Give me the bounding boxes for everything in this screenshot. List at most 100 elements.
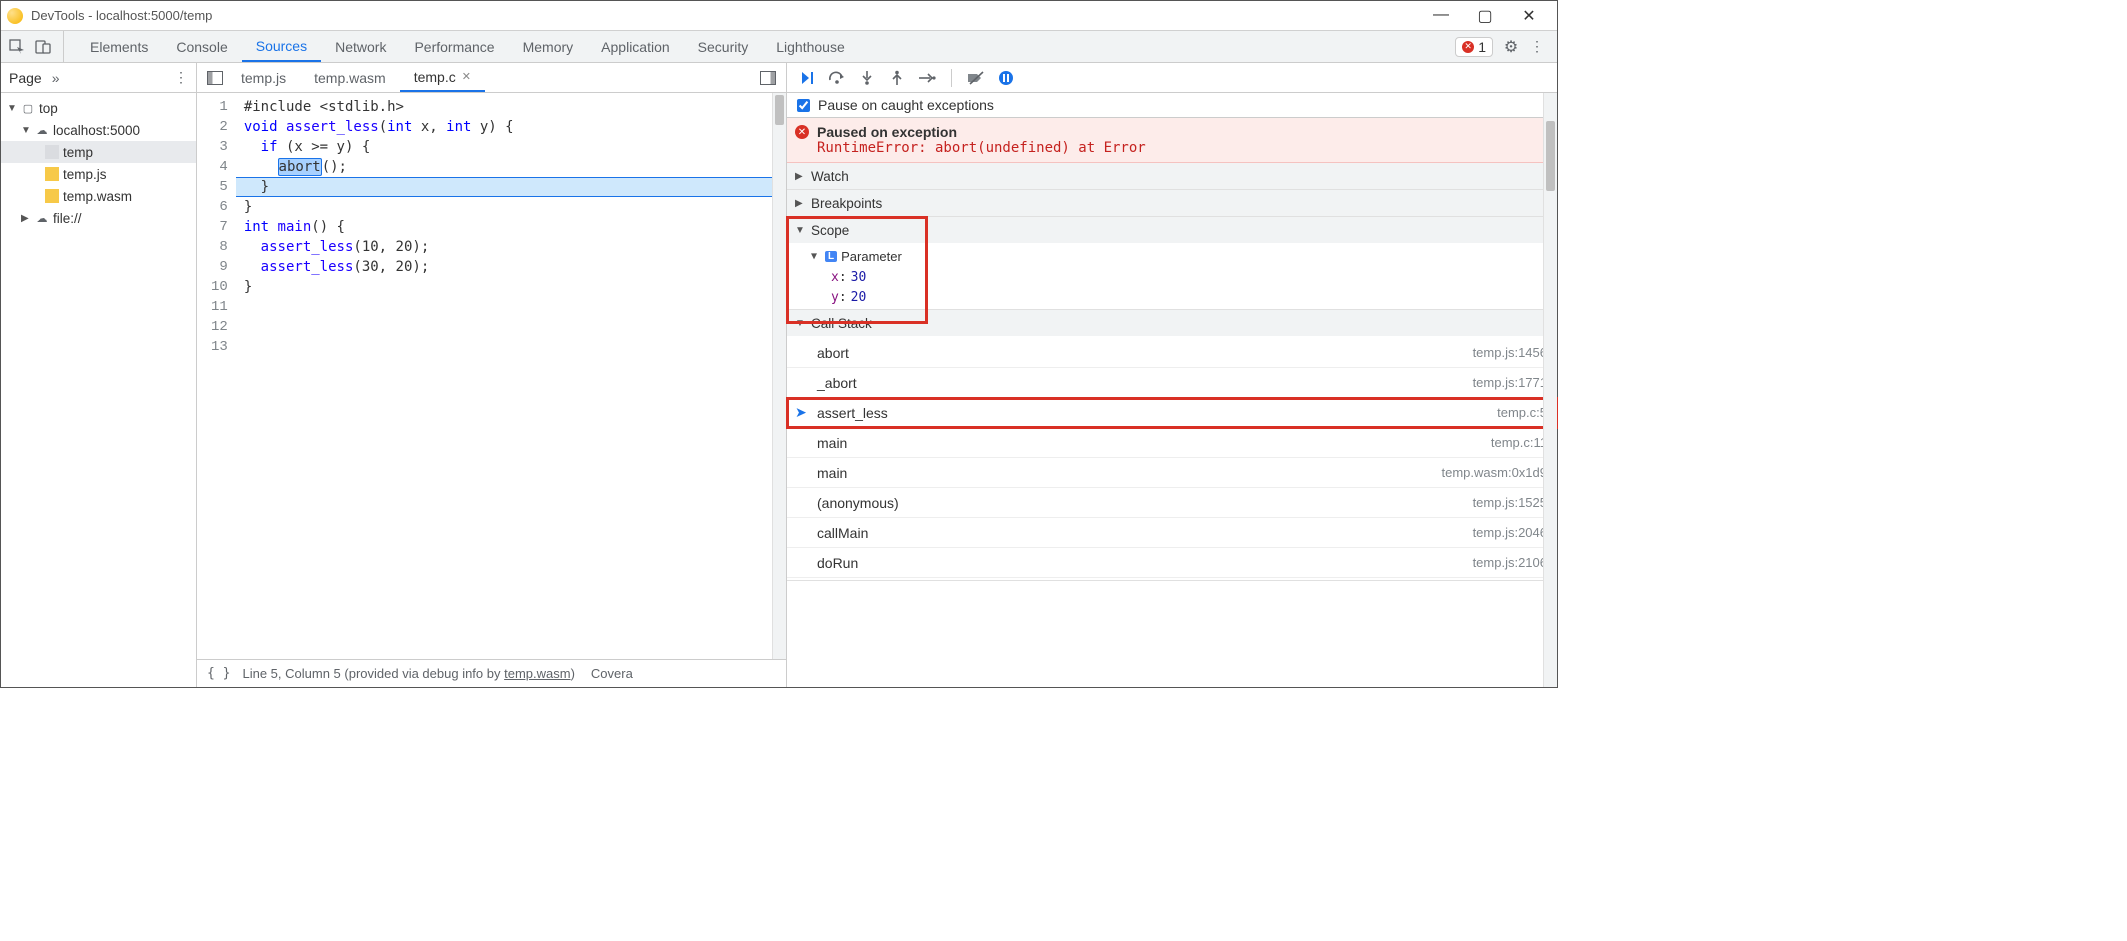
callstack-section-header[interactable]: ▼ Call Stack [787, 310, 1557, 336]
window-title: DevTools - localhost:5000/temp [31, 8, 1431, 23]
paused-message: ✕ Paused on exception RuntimeError: abor… [787, 118, 1557, 163]
tree-origin[interactable]: ▼ localhost:5000 [1, 119, 196, 141]
maximize-button[interactable]: ▢ [1475, 6, 1495, 26]
pause-exceptions-icon[interactable] [996, 68, 1016, 88]
inspect-icon[interactable] [9, 39, 25, 55]
debugger-toolbar [787, 63, 1557, 93]
callstack-frame[interactable]: _aborttemp.js:1771 [787, 368, 1557, 398]
scope-section-header[interactable]: ▼ Scope [787, 217, 1557, 243]
tree-file-scheme[interactable]: ▶ file:// [1, 207, 196, 229]
settings-icon[interactable]: ⚙ [1503, 39, 1519, 55]
pretty-print-icon[interactable]: { } [207, 666, 230, 681]
scope-body: ▼ L Parameter x: 30y: 20 [787, 243, 1557, 309]
cloud-icon [35, 123, 49, 137]
resume-icon[interactable] [797, 68, 817, 88]
scope-variable[interactable]: y: 20 [787, 287, 1557, 307]
caret-icon: ▼ [795, 225, 805, 236]
callstack-frame[interactable]: ➤assert_lesstemp.c:5 [787, 398, 1557, 428]
scrollbar-thumb[interactable] [1546, 121, 1555, 191]
local-badge-icon: L [825, 251, 837, 262]
navigator-panel: Page » ⋮ ▼ top ▼ localhost:5000 temptemp… [1, 63, 197, 687]
minimize-button[interactable]: — [1431, 6, 1451, 26]
frame-location: temp.js:1456 [1473, 345, 1547, 360]
more-menu-icon[interactable]: ⋮ [1529, 39, 1545, 55]
tab-lighthouse[interactable]: Lighthouse [762, 31, 859, 62]
close-button[interactable]: ✕ [1519, 6, 1539, 26]
breakpoints-section-header[interactable]: ▶ Breakpoints [787, 190, 1557, 216]
paused-title: Paused on exception [817, 124, 1547, 140]
pause-on-caught-checkbox[interactable] [797, 99, 810, 112]
script-icon [45, 189, 59, 203]
frame-location: temp.js:2106 [1473, 555, 1547, 570]
debugger-scrollbar[interactable] [1543, 93, 1557, 687]
deactivate-breakpoints-icon[interactable] [966, 68, 986, 88]
step-icon[interactable] [917, 68, 937, 88]
coverage-label: Covera [591, 666, 633, 681]
frame-location: temp.c:11 [1491, 435, 1547, 450]
tab-elements[interactable]: Elements [76, 31, 162, 62]
pause-on-caught-label: Pause on caught exceptions [818, 97, 994, 113]
tab-sources[interactable]: Sources [242, 31, 321, 62]
caret-icon: ▶ [795, 171, 805, 182]
device-toggle-icon[interactable] [35, 39, 51, 55]
pause-on-caught-row[interactable]: Pause on caught exceptions [787, 93, 1557, 118]
editor-panel: temp.jstemp.wasmtemp.c✕ 1234567891011121… [197, 63, 787, 687]
titlebar: DevTools - localhost:5000/temp — ▢ ✕ [1, 1, 1557, 31]
step-out-icon[interactable] [887, 68, 907, 88]
callstack-frame[interactable]: (anonymous)temp.js:1525 [787, 488, 1557, 518]
gutter: 12345678910111213 [197, 93, 236, 659]
scope-group[interactable]: ▼ L Parameter [787, 245, 1557, 267]
code-editor[interactable]: 12345678910111213 #include <stdlib.h>voi… [197, 93, 786, 659]
code-area[interactable]: #include <stdlib.h>void assert_less(int … [236, 93, 786, 659]
tab-memory[interactable]: Memory [509, 31, 588, 62]
tab-console[interactable]: Console [162, 31, 241, 62]
watch-section-header[interactable]: ▶ Watch [787, 163, 1557, 189]
tree-file[interactable]: temp.wasm [1, 185, 196, 207]
cloud-icon [35, 211, 49, 225]
scope-variable[interactable]: x: 30 [787, 267, 1557, 287]
editor-tab[interactable]: temp.c✕ [400, 63, 485, 92]
file-tree: ▼ top ▼ localhost:5000 temptemp.jstemp.w… [1, 93, 196, 687]
editor-tab[interactable]: temp.js [227, 63, 300, 92]
tab-application[interactable]: Application [587, 31, 684, 62]
callstack-frame[interactable]: maintemp.c:11 [787, 428, 1557, 458]
error-circle-icon: ✕ [795, 125, 809, 139]
tree-file[interactable]: temp [1, 141, 196, 163]
navigator-page-label[interactable]: Page [9, 70, 42, 86]
tree-top[interactable]: ▼ top [1, 97, 196, 119]
app-icon [7, 8, 23, 24]
editor-tab[interactable]: temp.wasm [300, 63, 400, 92]
step-over-icon[interactable] [827, 68, 847, 88]
debug-info-source-link[interactable]: temp.wasm [504, 666, 570, 681]
close-tab-icon[interactable]: ✕ [462, 70, 471, 83]
callstack-frame[interactable]: maintemp.wasm:0x1d9 [787, 458, 1557, 488]
cursor-position: Line 5, Column 5 [242, 666, 340, 681]
toggle-debugger-icon[interactable] [756, 71, 780, 85]
caret-icon: ▼ [811, 251, 821, 262]
error-count: 1 [1478, 39, 1486, 55]
error-count-badge[interactable]: ✕ 1 [1455, 37, 1493, 57]
callstack-frame[interactable]: doRuntemp.js:2106 [787, 548, 1557, 578]
caret-icon: ▼ [7, 103, 17, 114]
error-icon: ✕ [1462, 41, 1474, 53]
tree-file[interactable]: temp.js [1, 163, 196, 185]
caret-icon: ▼ [795, 318, 805, 329]
tab-security[interactable]: Security [684, 31, 763, 62]
step-into-icon[interactable] [857, 68, 877, 88]
callstack-frame[interactable]: aborttemp.js:1456 [787, 338, 1557, 368]
current-frame-icon: ➤ [795, 404, 807, 421]
tab-network[interactable]: Network [321, 31, 400, 62]
callstack-frame[interactable]: callMaintemp.js:2046 [787, 518, 1557, 548]
paused-detail: RuntimeError: abort(undefined) at Error [817, 140, 1547, 156]
callstack-body: aborttemp.js:1456_aborttemp.js:1771➤asse… [787, 336, 1557, 580]
document-icon [45, 145, 59, 159]
toolbar-separator [951, 69, 952, 87]
navigator-more-icon[interactable]: ⋮ [174, 69, 188, 86]
script-icon [45, 167, 59, 181]
toggle-navigator-icon[interactable] [203, 63, 227, 92]
caret-icon: ▶ [795, 198, 805, 209]
tab-performance[interactable]: Performance [400, 31, 508, 62]
navigator-overflow-icon[interactable]: » [52, 70, 60, 86]
devtools-tabbar: ElementsConsoleSourcesNetworkPerformance… [1, 31, 1557, 63]
frame-location: temp.js:1525 [1473, 495, 1547, 510]
